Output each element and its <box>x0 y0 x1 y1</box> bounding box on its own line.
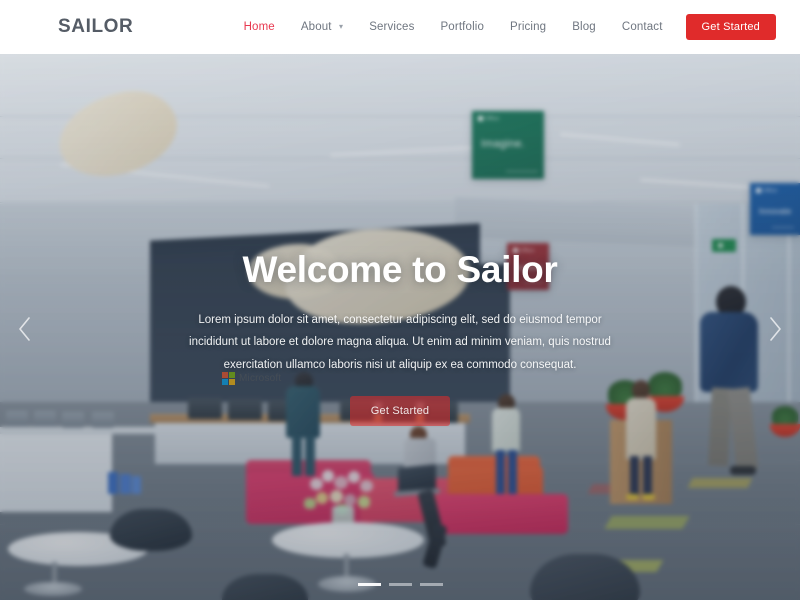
logo[interactable]: SAILOR <box>58 16 133 38</box>
nav-label-about: About <box>300 20 332 33</box>
chevron-down-icon: ▾ <box>339 21 344 31</box>
nav-item-services[interactable]: Services <box>356 0 427 54</box>
main-nav: Home About ▾ Services Portfolio Pricing … <box>231 0 788 54</box>
nav-label-services: Services <box>369 21 415 33</box>
chevron-right-icon <box>770 317 781 341</box>
hero-slider: Office Imagine. Office Innovate Office A… <box>0 54 800 600</box>
get-started-button-header[interactable]: Get Started <box>685 14 776 40</box>
get-started-button-hero[interactable]: Get Started <box>349 395 451 426</box>
hero-content: Welcome to Sailor Lorem ipsum dolor sit … <box>0 54 800 600</box>
slider-indicator-1[interactable] <box>357 583 381 586</box>
hero-title: Welcome to Sailor <box>242 249 558 290</box>
chevron-left-icon <box>19 317 30 341</box>
nav-label-contact: Contact <box>621 21 663 33</box>
nav-item-home[interactable]: Home <box>231 0 288 54</box>
slider-indicator-3[interactable] <box>419 583 443 586</box>
nav-item-about[interactable]: About ▾ <box>288 0 356 55</box>
slider-indicator-2[interactable] <box>388 583 412 586</box>
nav-item-contact[interactable]: Contact <box>609 0 676 54</box>
nav-item-portfolio[interactable]: Portfolio <box>427 0 497 54</box>
nav-label-pricing: Pricing <box>510 21 547 33</box>
nav-label-portfolio: Portfolio <box>440 21 485 33</box>
nav-label-blog: Blog <box>572 21 596 33</box>
site-header: SAILOR Home About ▾ Services Portfolio P… <box>0 0 800 54</box>
nav-label-home: Home <box>243 21 275 33</box>
nav-item-pricing[interactable]: Pricing <box>497 0 559 54</box>
hero-subtitle: Lorem ipsum dolor sit amet, consectetur … <box>189 313 611 371</box>
slider-prev-button[interactable] <box>8 312 42 346</box>
nav-item-blog[interactable]: Blog <box>559 0 609 54</box>
slider-next-button[interactable] <box>758 312 792 346</box>
slider-indicators <box>0 583 800 586</box>
